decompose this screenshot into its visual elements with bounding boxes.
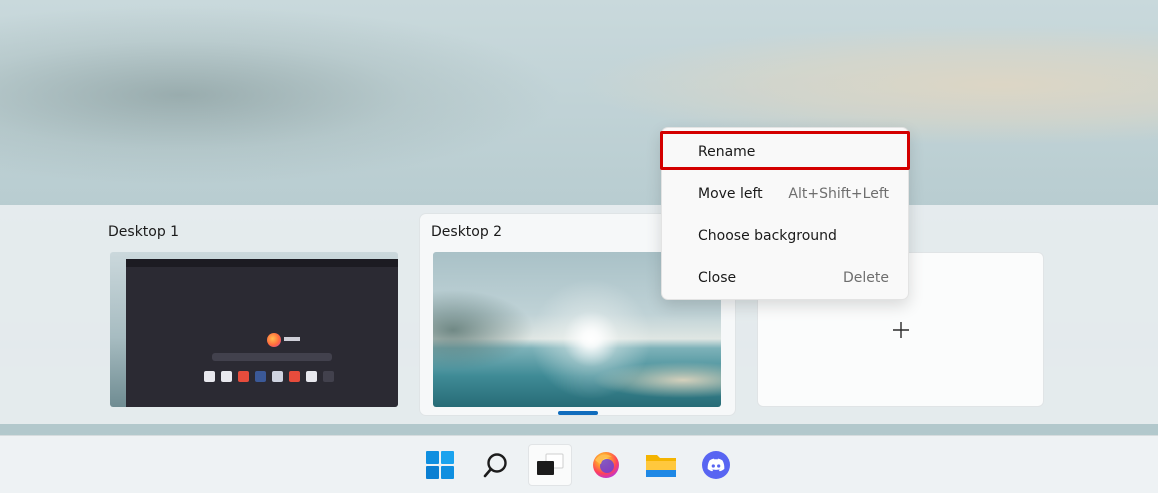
desktop-1-thumbnail[interactable] [110, 252, 398, 407]
plus-icon [892, 321, 909, 338]
active-desktop-indicator [558, 411, 598, 415]
taskbar [0, 435, 1158, 493]
menu-item-close[interactable]: Close Delete [662, 259, 910, 297]
browser-title-preview [284, 337, 300, 341]
menu-item-label: Close [698, 270, 737, 286]
search-icon [483, 453, 507, 478]
search-button[interactable] [474, 444, 518, 486]
file-explorer-button[interactable] [639, 444, 683, 486]
browser-window-preview [126, 259, 398, 407]
menu-item-choose-background[interactable]: Choose background [662, 217, 910, 255]
discord-taskbar-button[interactable] [694, 444, 738, 486]
task-view-button[interactable] [528, 444, 572, 486]
browser-search-preview [212, 353, 332, 361]
task-view-icon [537, 453, 564, 475]
firefox-icon [593, 452, 619, 478]
shortcut-tiles-preview [204, 371, 334, 382]
menu-item-shortcut: Delete [843, 270, 889, 286]
menu-item-label: Move left [698, 186, 763, 202]
desktop-1-label: Desktop 1 [108, 224, 180, 240]
firefox-logo-icon [267, 333, 281, 347]
menu-item-move-left[interactable]: Move left Alt+Shift+Left [662, 175, 910, 213]
rename-highlight-box [660, 131, 910, 170]
start-button[interactable] [418, 444, 462, 486]
firefox-taskbar-button[interactable] [584, 444, 628, 486]
windows-start-icon [426, 451, 454, 479]
menu-item-label: Choose background [698, 228, 837, 244]
file-explorer-icon [646, 455, 676, 477]
menu-item-shortcut: Alt+Shift+Left [788, 186, 889, 202]
discord-icon [702, 451, 730, 479]
desktop-2-label: Desktop 2 [431, 224, 503, 240]
